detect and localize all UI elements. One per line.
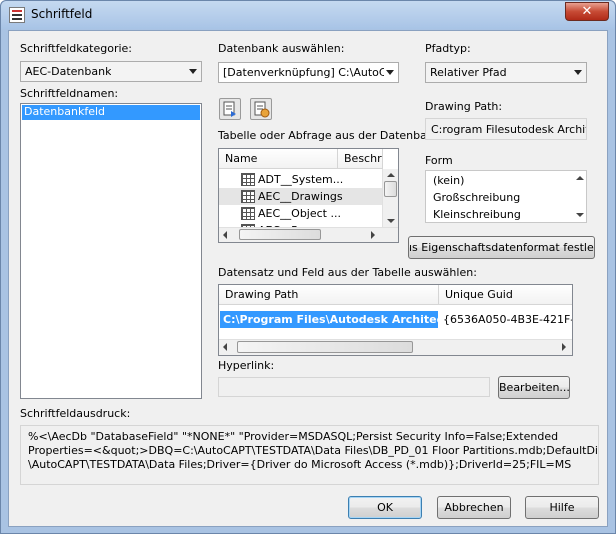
ok-button[interactable]: OK [348, 496, 422, 519]
pathtype-value: Relativer Pfad [430, 66, 507, 79]
table-query-grid[interactable]: Name Beschre ADT__System... AEC__Drawing… [218, 148, 399, 243]
expression-line: %<\AecDb "DatabaseField" "*NONE*" "Provi… [28, 430, 559, 443]
table-icon [241, 207, 255, 220]
table-row[interactable]: ADT__System... [219, 171, 383, 188]
dialog-body: Schriftfeldkategorie: AEC-Datenbank Schr… [8, 30, 608, 527]
record-cell-drawing-path[interactable]: C:\Program Files\Autodesk Architec... [220, 311, 438, 328]
close-button[interactable]: ✕ [565, 2, 609, 21]
table-icon [241, 173, 255, 186]
names-label: Schriftfeldnamen: [20, 87, 119, 100]
scroll-up-icon[interactable] [576, 176, 584, 180]
expression-line: Properties=<&quot;>DBQ=C:\AutoCAPT\TESTD… [28, 444, 599, 457]
expression-line: \AutoCAPT\TESTDATA\Data Files;Driver={Dr… [28, 458, 572, 471]
table-row-label: AEC__Object ... [258, 207, 341, 220]
expression-label: Schriftfeldausdruck: [20, 407, 131, 420]
column-header-drawing-path[interactable]: Drawing Path [219, 285, 439, 305]
form-list[interactable]: (kein) Großschreibung Kleinschreibung [425, 170, 587, 223]
form-label: Form [425, 154, 453, 167]
help-button[interactable]: Hilfe [525, 496, 599, 519]
open-database-button[interactable] [219, 98, 241, 120]
scroll-down-icon[interactable] [387, 219, 395, 223]
list-item[interactable]: Datenbankfeld [22, 105, 200, 120]
database-select[interactable]: [Datenverknüpfung] C:\AutoCAI [218, 62, 399, 83]
list-item[interactable]: Kleinschreibung [433, 208, 521, 221]
table-row-label: AEC__Drawings [258, 190, 343, 203]
list-item[interactable]: (kein) [433, 174, 464, 187]
category-value: AEC-Datenbank [25, 65, 112, 78]
table-label: Tabelle oder Abfrage aus der Datenbank [218, 129, 441, 142]
pathtype-select[interactable]: Relativer Pfad [425, 62, 587, 83]
scroll-thumb[interactable] [237, 341, 413, 353]
chevron-down-icon [574, 70, 582, 75]
scroll-left-icon[interactable] [223, 343, 227, 351]
list-item[interactable]: Großschreibung [433, 191, 520, 204]
scroll-right-icon[interactable] [371, 231, 375, 239]
field-expression-text: %<\AecDb "DatabaseField" "*NONE*" "Provi… [20, 425, 599, 485]
database-value: [Datenverknüpfung] C:\AutoCAI [223, 66, 384, 79]
scroll-thumb[interactable] [384, 181, 397, 197]
table-icon [241, 190, 255, 203]
record-label: Datensatz und Feld aus der Tabelle auswä… [218, 266, 477, 279]
edit-hyperlink-button[interactable]: Bearbeiten... [498, 376, 570, 399]
scroll-down-icon[interactable] [576, 213, 584, 217]
database-settings-icon [254, 101, 270, 118]
record-grid[interactable]: Drawing Path Unique Guid C:\Program File… [218, 284, 573, 356]
chevron-down-icon [386, 70, 394, 75]
pathtype-label: Pfadtyp: [425, 42, 471, 55]
database-settings-button[interactable] [250, 98, 272, 120]
table-horizontal-scrollbar[interactable] [219, 227, 398, 242]
scroll-thumb[interactable] [239, 229, 321, 240]
table-vertical-scrollbar[interactable] [382, 169, 398, 227]
open-database-icon [223, 101, 236, 117]
cancel-button[interactable]: Abbrechen [437, 496, 511, 519]
window-title: Schriftfeld [31, 7, 93, 21]
chevron-down-icon [189, 69, 197, 74]
category-label: Schriftfeldkategorie: [20, 42, 133, 55]
hyperlink-field [218, 377, 490, 397]
record-horizontal-scrollbar[interactable] [219, 339, 572, 355]
scroll-up-icon[interactable] [387, 173, 395, 177]
scroll-right-icon[interactable] [562, 343, 566, 351]
table-row[interactable]: AEC__Drawings [219, 188, 383, 205]
scroll-left-icon[interactable] [223, 231, 227, 239]
record-cell-unique-guid[interactable]: {6536A050-4B3E-421F-A0 [443, 313, 572, 330]
drawing-path-label: Drawing Path: [425, 100, 503, 113]
category-select[interactable]: AEC-Datenbank [20, 61, 202, 82]
drawing-path-value: C:rogram Filesutodesk Architect [425, 118, 587, 140]
database-label: Datenbank auswählen: [218, 42, 345, 55]
title-bar[interactable]: Schriftfeld ✕ [1, 1, 615, 29]
hyperlink-label: Hyperlink: [218, 359, 275, 372]
dialog-window: Schriftfeld ✕ Schriftfeldkategorie: AEC-… [0, 0, 616, 534]
column-header-description[interactable]: Beschre [338, 149, 383, 169]
table-row[interactable]: AEC__Object ... [219, 205, 383, 222]
column-header-unique-guid[interactable]: Unique Guid [439, 285, 572, 305]
table-row-label: ADT__System... [258, 173, 344, 186]
column-header-name[interactable]: Name [219, 149, 338, 169]
field-app-icon [9, 7, 25, 23]
set-property-format-button[interactable]: ıs Eigenschaftsdatenformat festlegen. [408, 236, 595, 259]
field-names-list[interactable]: Datenbankfeld [20, 103, 202, 399]
